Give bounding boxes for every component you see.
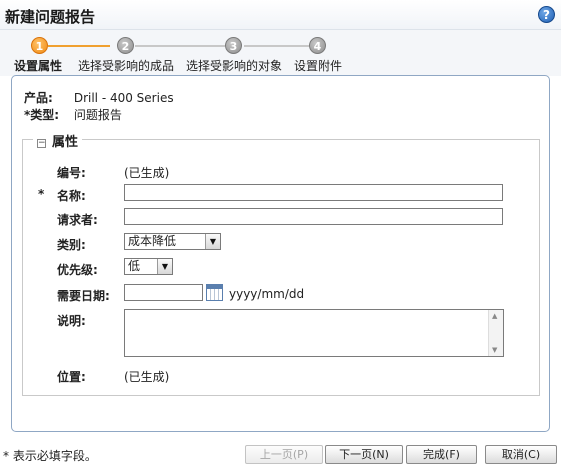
- wizard-connector: [135, 45, 225, 47]
- description-label: 说明:: [57, 314, 86, 328]
- need-date-row: 需要日期: yyyy/mm/dd: [23, 284, 541, 306]
- calendar-icon[interactable]: [206, 284, 223, 301]
- wizard-step-label: 设置属性: [14, 59, 63, 73]
- cancel-button[interactable]: 取消(C): [485, 445, 557, 464]
- priority-row: 优先级: 低 ▼: [23, 258, 541, 280]
- help-icon[interactable]: ?: [538, 6, 555, 23]
- scroll-up-icon[interactable]: ▲: [492, 312, 497, 320]
- wizard-step-label: 选择受影响的对象: [186, 59, 283, 73]
- step-number-badge: 2: [117, 37, 134, 54]
- requester-row: 请求者:: [23, 208, 541, 230]
- step-number-badge: 1: [31, 37, 48, 54]
- required-marker: *: [38, 187, 45, 201]
- priority-label: 优先级:: [57, 263, 98, 277]
- product-row: 产品: Drill - 400 Series: [24, 89, 174, 106]
- step-number-badge: 3: [225, 37, 242, 54]
- dropdown-arrow-icon[interactable]: ▼: [157, 259, 172, 274]
- priority-select[interactable]: 低 ▼: [124, 258, 173, 275]
- category-label: 类别:: [57, 238, 86, 252]
- wizard-step-label: 设置附件: [294, 59, 343, 73]
- form-panel: 产品: Drill - 400 Series *类型: 问题报告 − 属性 编号:…: [11, 75, 550, 432]
- category-select[interactable]: 成本降低 ▼: [124, 233, 221, 250]
- description-row: 说明: ▲ ▼: [23, 309, 541, 359]
- finish-button[interactable]: 完成(F): [406, 445, 477, 464]
- step-number-badge: 4: [309, 37, 326, 54]
- prev-button[interactable]: 上一页(P): [245, 445, 323, 464]
- name-input[interactable]: [124, 184, 503, 201]
- category-selected-value: 成本降低: [128, 234, 177, 248]
- type-row: *类型: 问题报告: [24, 106, 122, 123]
- window-title: 新建问题报告: [5, 8, 96, 26]
- requester-input[interactable]: [124, 208, 503, 225]
- number-row: 编号: (已生成): [23, 161, 541, 183]
- collapse-icon[interactable]: −: [37, 139, 46, 148]
- priority-selected-value: 低: [128, 259, 141, 273]
- date-format-hint: yyyy/mm/dd: [229, 287, 305, 301]
- wizard-steps: 1 设置属性 2 选择受影响的成品 3 选择受影响的对象 4 设置附件: [0, 30, 561, 76]
- scroll-down-icon[interactable]: ▼: [492, 346, 497, 354]
- required-fields-note: * 表示必填字段。: [3, 449, 97, 463]
- number-label: 编号:: [57, 166, 86, 180]
- textarea-scrollbar[interactable]: ▲ ▼: [488, 310, 503, 356]
- next-button[interactable]: 下一页(N): [325, 445, 403, 464]
- need-date-input[interactable]: [124, 284, 203, 301]
- type-value: 问题报告: [73, 108, 122, 122]
- title-bar: 新建问题报告 ?: [0, 0, 561, 30]
- attributes-legend-label: 属性: [52, 135, 79, 150]
- attributes-fieldset: − 属性 编号: (已生成) * 名称: 请求者: 类别: 成本降低 ▼ 优先级:…: [22, 131, 541, 396]
- name-row: * 名称:: [23, 184, 541, 206]
- product-label: 产品:: [24, 91, 53, 105]
- wizard-connector: [244, 45, 309, 47]
- product-value: Drill - 400 Series: [73, 91, 174, 105]
- requester-label: 请求者:: [57, 213, 98, 227]
- number-value: (已生成): [124, 166, 170, 180]
- location-value: (已生成): [124, 370, 170, 384]
- type-label: *类型:: [24, 108, 60, 122]
- category-row: 类别: 成本降低 ▼: [23, 233, 541, 255]
- location-row: 位置: (已生成): [23, 365, 541, 387]
- description-textarea[interactable]: ▲ ▼: [124, 309, 504, 357]
- location-label: 位置:: [57, 370, 86, 384]
- attributes-legend: − 属性: [33, 131, 83, 150]
- need-date-label: 需要日期:: [57, 289, 110, 303]
- wizard-connector: [48, 45, 110, 47]
- wizard-step-label: 选择受影响的成品: [78, 59, 175, 73]
- name-label: 名称:: [57, 189, 86, 203]
- dropdown-arrow-icon[interactable]: ▼: [205, 234, 220, 249]
